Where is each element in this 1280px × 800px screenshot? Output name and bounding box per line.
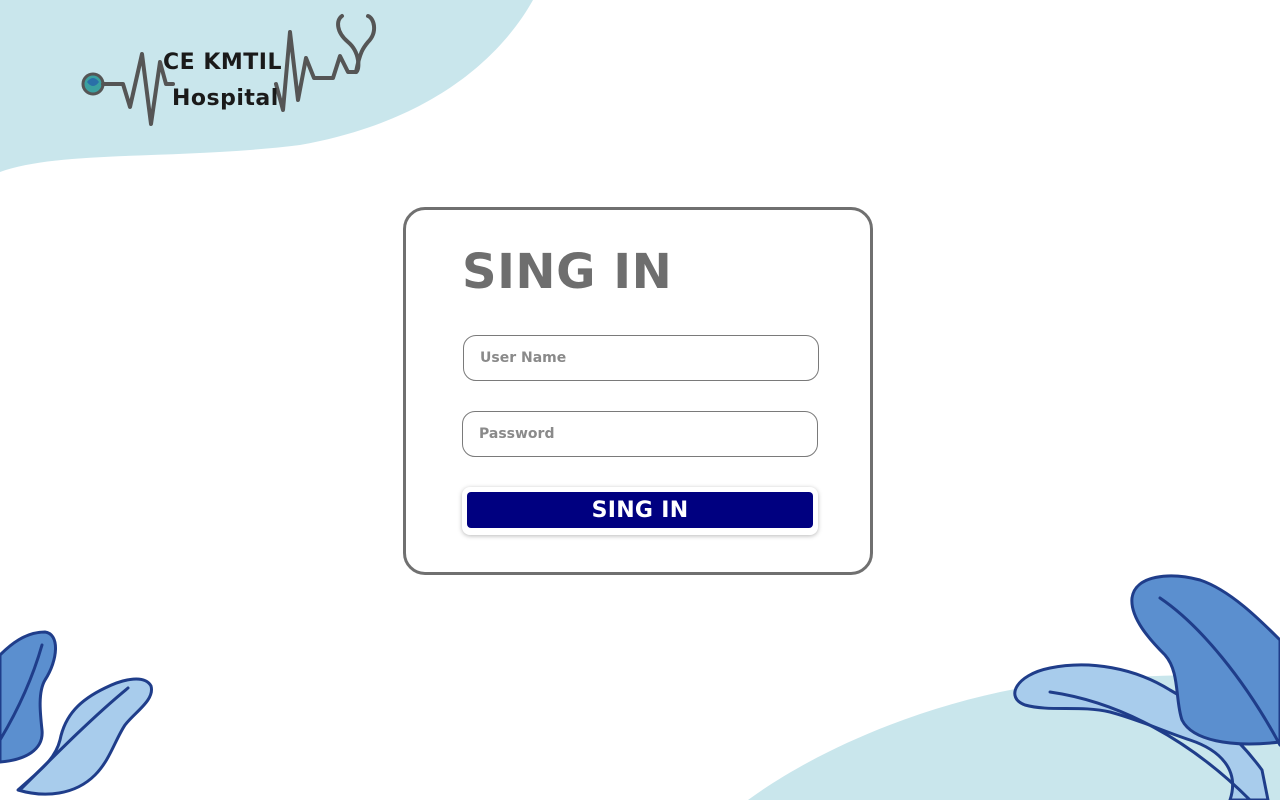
bottom-left-leaves <box>0 630 153 796</box>
login-card: SING IN SING IN <box>403 207 873 575</box>
password-input[interactable] <box>462 411 818 457</box>
login-page: CE KMTIL Hospital SING IN SING IN <box>0 0 1280 800</box>
logo-name-line2: Hospital <box>172 86 279 111</box>
hospital-logo: CE KMTIL Hospital <box>78 12 388 137</box>
login-title: SING IN <box>462 244 673 300</box>
username-input[interactable] <box>463 335 819 381</box>
globe-icon <box>81 72 105 96</box>
sign-in-button[interactable]: SING IN <box>467 492 813 528</box>
submit-button-frame: SING IN <box>462 487 818 535</box>
leaf-dark-left <box>0 630 57 764</box>
logo-name-line1: CE KMTIL <box>163 50 282 75</box>
